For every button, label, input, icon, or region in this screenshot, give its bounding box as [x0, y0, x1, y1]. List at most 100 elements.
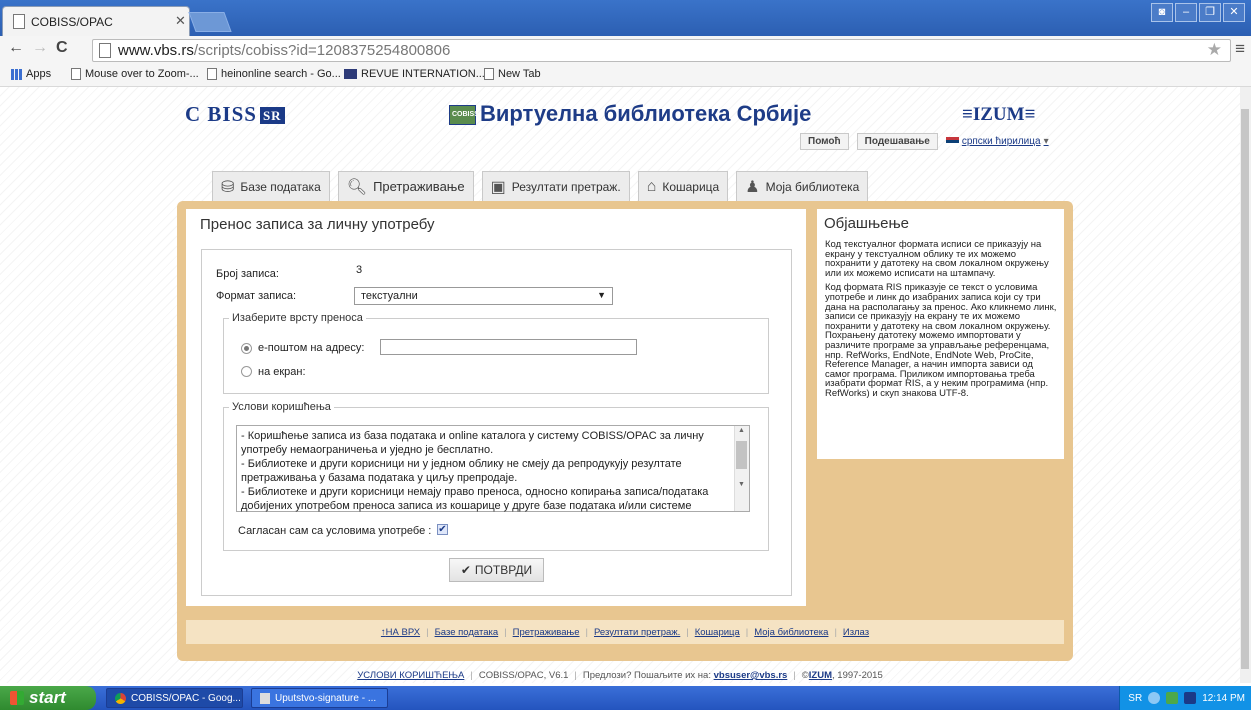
start-button[interactable]: start	[0, 686, 96, 710]
footer-link-exit[interactable]: Излаз	[843, 627, 869, 638]
reload-icon[interactable]: C	[56, 39, 68, 57]
izum-logo-text: IZUM	[972, 104, 1025, 125]
copyright-years: , 1997-2015	[832, 670, 883, 681]
new-tab-button[interactable]	[188, 12, 232, 32]
version-text: COBISS/OPAC, V6.1	[478, 670, 569, 681]
settings-button[interactable]: Подешавање	[856, 133, 938, 150]
back-icon[interactable]: ←	[8, 39, 24, 57]
bookmark-apps[interactable]: Apps	[11, 68, 51, 80]
book-logo-icon: COBISS	[449, 105, 479, 126]
copyright-sign: ©	[801, 670, 809, 681]
close-tab-icon[interactable]: ✕	[175, 13, 186, 29]
forward-icon[interactable]: →	[32, 39, 48, 57]
bookmark-new-tab[interactable]: New Tab	[484, 68, 541, 80]
agree-label: Сагласан сам са условима употребе :	[238, 525, 432, 537]
taskbar-item-chrome[interactable]: COBISS/OPAC - Goog...	[106, 688, 243, 708]
izum-logo[interactable]: ≡IZUM≡	[962, 104, 1035, 126]
explanation-text: Код текстуалног формата исписи се приказ…	[825, 240, 1059, 404]
agree-checkbox[interactable]: ✔	[437, 524, 448, 535]
bookmark-label: Mouse over to Zoom-...	[85, 68, 199, 80]
records-value: 3	[356, 264, 363, 276]
tab-results[interactable]: ▣ Резултати претраж.	[481, 171, 630, 201]
bookmark-label: heinonline search - Go...	[221, 68, 341, 80]
task-label: Uputstvo-signature - ...	[275, 692, 377, 704]
terms-textarea[interactable]: - Коришћење записа из база података и on…	[236, 425, 750, 512]
bookmark-label: Apps	[26, 68, 52, 80]
contact-email-link[interactable]: vbsuser@vbs.rs	[714, 670, 788, 681]
scroll-down-icon[interactable]: ▼	[738, 481, 745, 488]
help-button[interactable]: Помоћ	[800, 133, 849, 150]
database-icon: ⛁	[221, 178, 235, 196]
browser-tab[interactable]: COBISS/OPAC ✕	[2, 6, 190, 37]
serbia-flag-icon	[945, 137, 959, 146]
page-icon	[13, 14, 25, 29]
document-icon	[260, 692, 270, 704]
tab-my-library[interactable]: ♟ Моја библиотека	[736, 171, 869, 201]
terms-link[interactable]: УСЛОВИ КОРИШЋЕЊА	[357, 670, 464, 681]
url-host: www.vbs.rs	[118, 42, 194, 59]
tab-search[interactable]: 🔍︎ Претраживање	[337, 171, 474, 201]
chrome-icon	[115, 692, 126, 704]
maximize-button[interactable]: ❐	[1199, 3, 1221, 22]
bookmark-label: New Tab	[498, 68, 541, 80]
footer-link-search[interactable]: Претраживање	[513, 627, 580, 638]
window-controls: ◙ – ❐ ✕	[1151, 3, 1245, 22]
language-indicator[interactable]: SR	[1128, 693, 1142, 704]
tab-basket[interactable]: ⌂ Кошарица	[637, 171, 729, 201]
terms-scrollbar[interactable]: ▲ ▼	[734, 426, 749, 511]
security-icon[interactable]	[1166, 692, 1179, 704]
bookmark-mouse-over[interactable]: Mouse over to Zoom-...	[71, 68, 199, 80]
address-bar[interactable]: www.vbs.rs/scripts/cobiss?id=12083752548…	[92, 39, 1231, 62]
bookmark-heinonline[interactable]: heinonline search - Go...	[207, 68, 341, 80]
footer-link-results[interactable]: Резултати претраж.	[594, 627, 680, 638]
tab-label: Моја библиотека	[765, 179, 860, 194]
confirm-button[interactable]: ✔ ПОТВРДИ	[449, 558, 544, 582]
page-icon	[207, 68, 217, 80]
page-scrollbar[interactable]	[1240, 87, 1251, 683]
terms-text: - Коришћење записа из база података и on…	[241, 430, 709, 512]
screen-radio[interactable]	[241, 366, 252, 377]
close-window-button[interactable]: ✕	[1223, 3, 1245, 22]
confirm-label: ПОТВРДИ	[474, 563, 533, 577]
user-icon[interactable]: ◙	[1151, 3, 1173, 22]
scroll-up-icon[interactable]: ▲	[738, 427, 745, 434]
clock: 12:14 PM	[1202, 692, 1245, 704]
bookmark-revue[interactable]: REVUE INTERNATION...	[344, 68, 485, 80]
cobiss-logo[interactable]: C BISS SR	[185, 102, 285, 127]
header-links: Помоћ Подешавање српски ћирилица ▾	[800, 133, 1049, 150]
terms-scroll-thumb[interactable]	[736, 441, 747, 469]
taskbar-item-document[interactable]: Uputstvo-signature - ...	[251, 688, 388, 708]
apps-icon	[11, 68, 22, 80]
scrollbar-thumb[interactable]	[1241, 109, 1249, 669]
site-header: C BISS SR COBISS Виртуелна библиотека Срби…	[177, 98, 1073, 138]
taskbar: start COBISS/OPAC - Goog... Uputstvo-sig…	[0, 686, 1251, 710]
start-label: start	[29, 688, 66, 707]
menu-icon[interactable]: ≡	[1235, 39, 1245, 59]
footer-link-databases[interactable]: Базе података	[435, 627, 499, 638]
tab-label: Базе података	[240, 179, 321, 194]
footer-link-my-library[interactable]: Моја библиотека	[754, 627, 828, 638]
email-field[interactable]	[380, 339, 637, 355]
footer-link-top[interactable]: ↑НА ВРХ	[381, 627, 420, 638]
url-path: /scripts/cobiss?id=1208375254800806	[193, 42, 451, 59]
cobiss-logo-text: C BISS	[185, 102, 257, 126]
tab-title: COBISS/OPAC	[31, 15, 113, 29]
tab-databases[interactable]: ⛁ Базе података	[212, 171, 330, 201]
main-nav-tabs: ⛁ Базе података 🔍︎ Претраживање ▣ Резултати…	[212, 171, 869, 201]
footer-link-basket[interactable]: Кошарица	[695, 627, 740, 638]
basket-icon: ⌂	[646, 177, 657, 195]
task-label: COBISS/OPAC - Goog...	[131, 692, 241, 704]
page-icon	[71, 68, 81, 80]
email-radio[interactable]	[241, 343, 252, 354]
system-tray: SR 12:14 PM	[1119, 686, 1251, 710]
app-tray-icon[interactable]	[1184, 692, 1197, 704]
network-icon[interactable]	[1148, 692, 1161, 704]
transfer-type-legend: Изаберите врсту преноса	[232, 312, 363, 324]
bookmark-star-icon[interactable]: ★	[1207, 40, 1222, 60]
format-select[interactable]: текстуални ▼	[354, 287, 613, 305]
explanation-paragraph: Код формата RIS приказује се текст о усл…	[825, 282, 1057, 399]
explanation-title: Објашњење	[824, 215, 910, 232]
minimize-button[interactable]: –	[1175, 3, 1197, 22]
izum-link[interactable]: IZUM	[809, 670, 832, 681]
language-select[interactable]: српски ћирилица ▾	[945, 136, 1049, 147]
